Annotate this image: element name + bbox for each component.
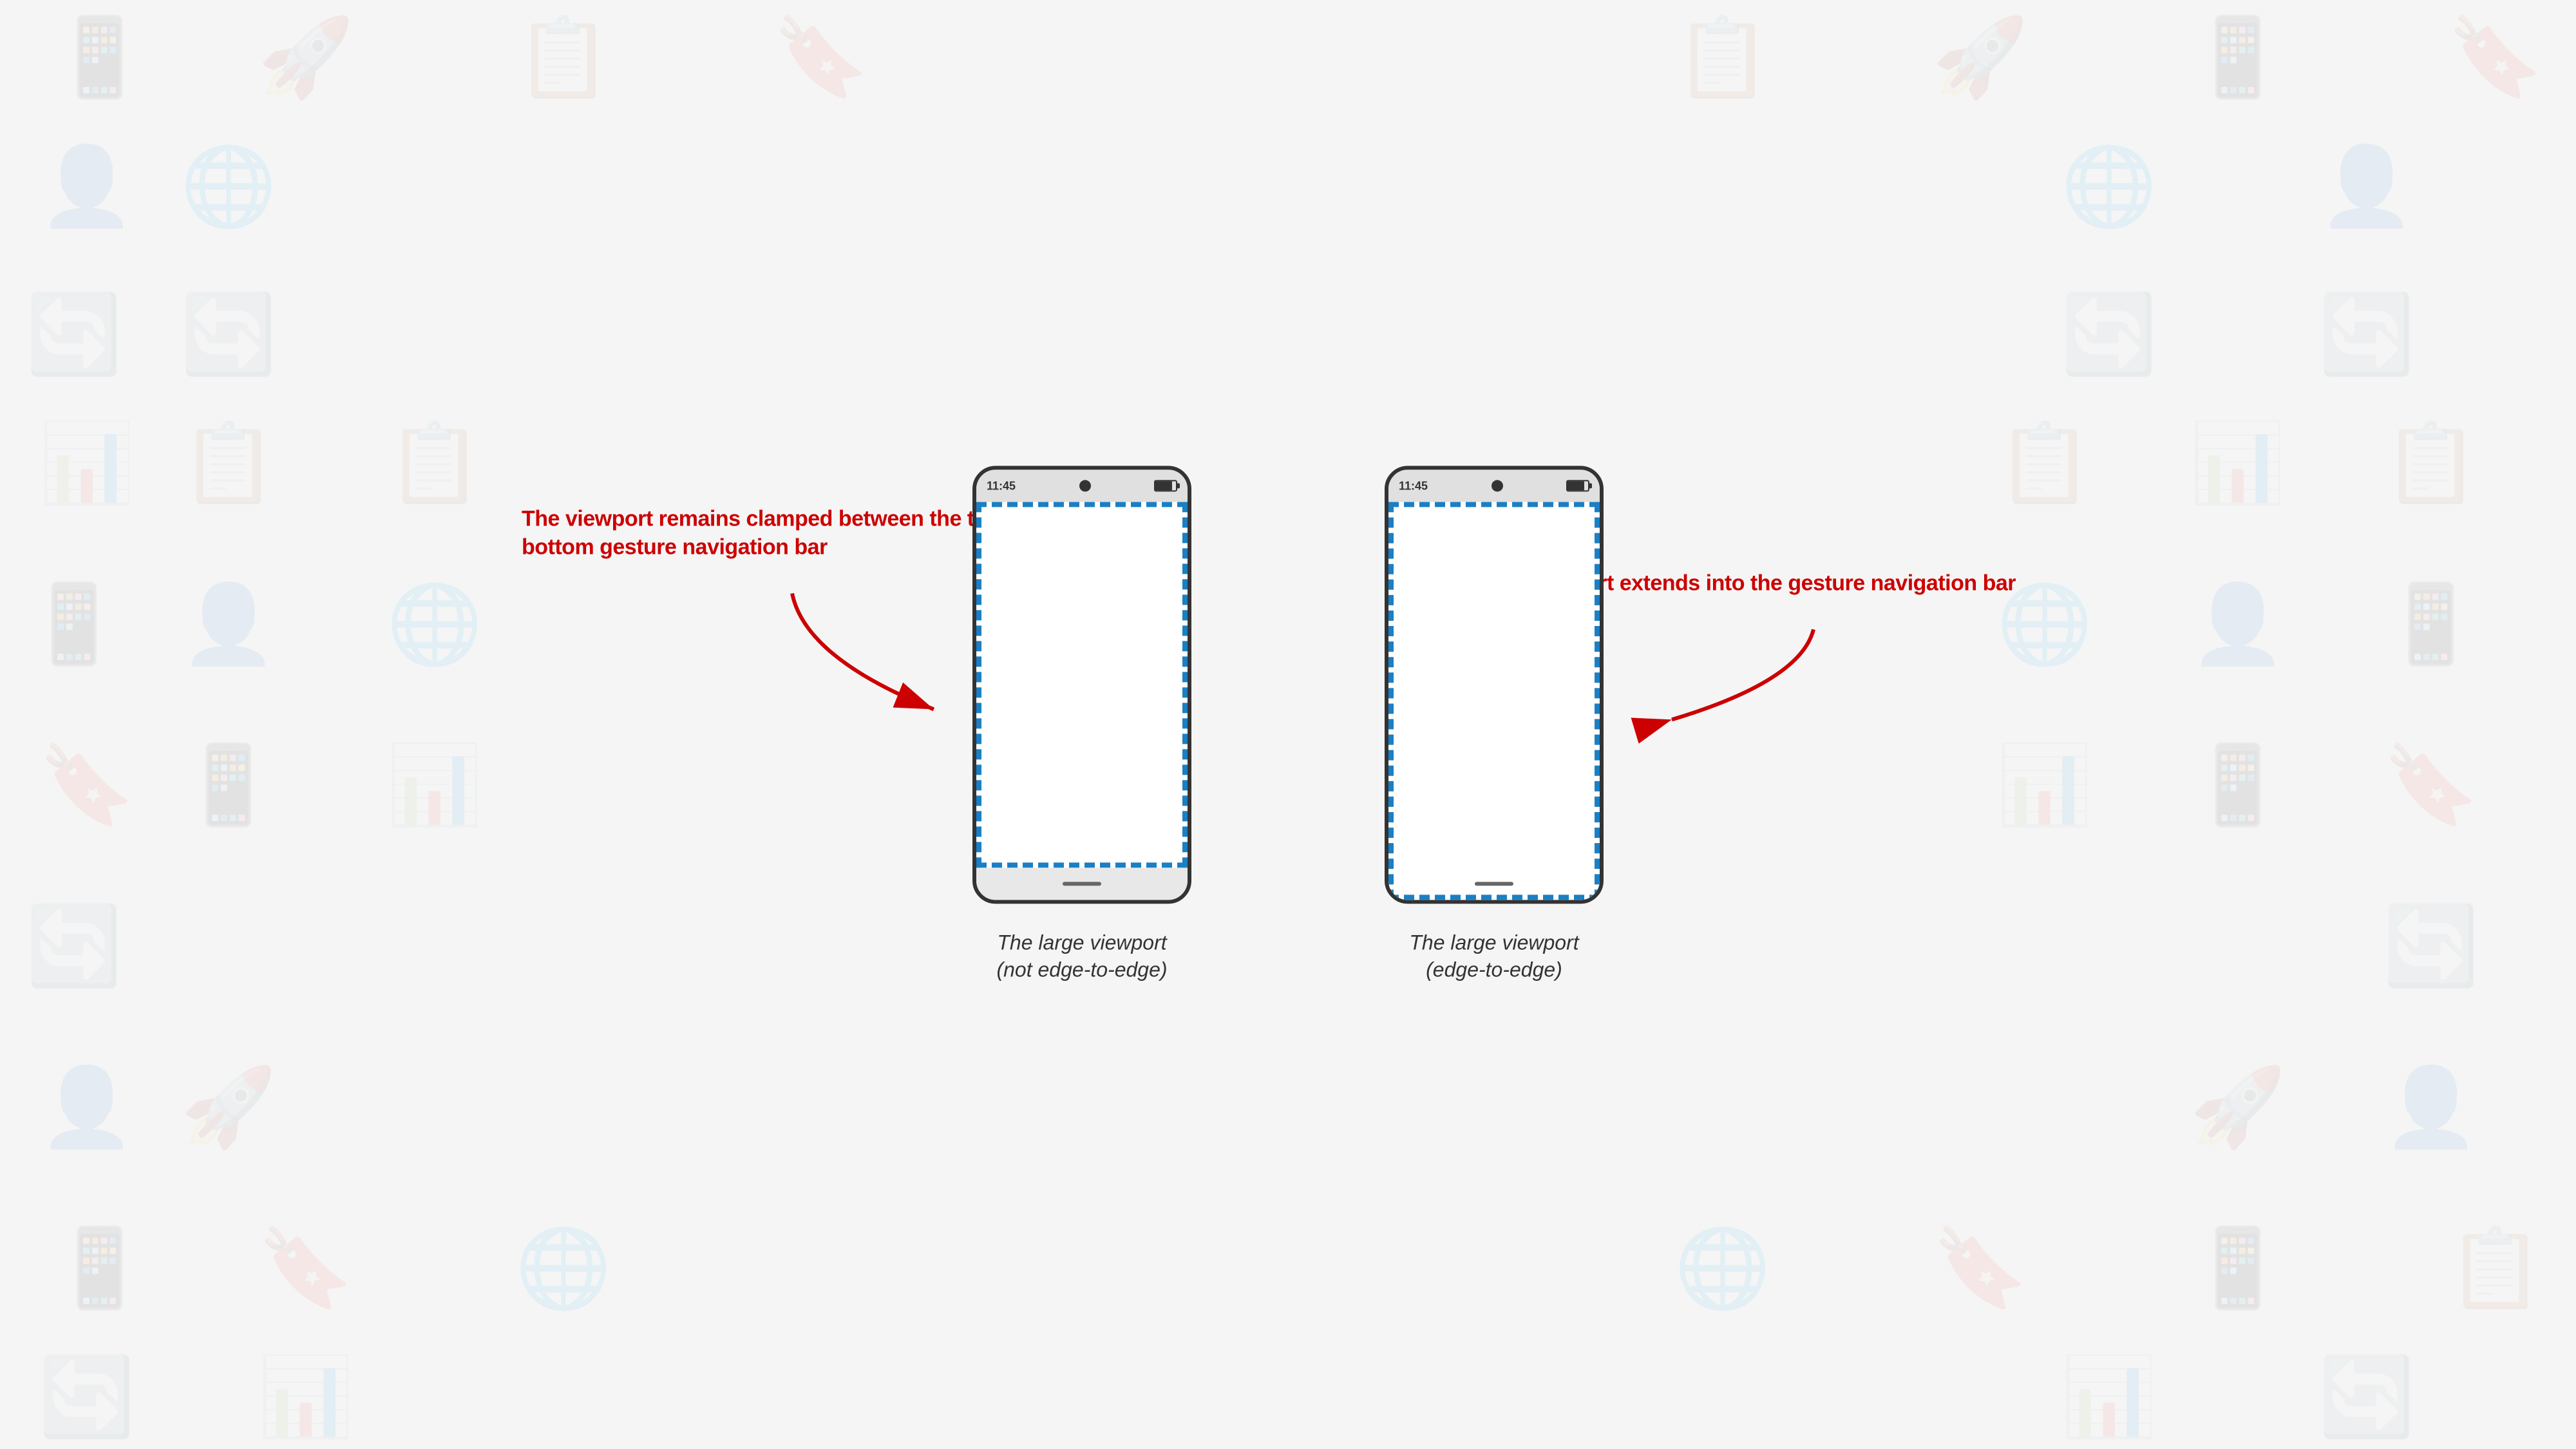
bg-icon-13: 🔄 <box>26 290 122 380</box>
bg-icon-42: 🔖 <box>258 1224 354 1314</box>
bg-icon-51: 🔄 <box>2318 1352 2414 1443</box>
bg-icon-41: 📱 <box>52 1224 147 1314</box>
caption-line1-left: The large viewport <box>996 929 1167 956</box>
bg-icon-38: 🚀 <box>180 1063 276 1153</box>
bg-icon-32: 📊 <box>1996 741 2092 831</box>
phone-section-right: The viewport extends into the gesture na… <box>1385 466 1604 983</box>
nav-indicator-right <box>1475 882 1513 886</box>
bg-icon-10: 🌐 <box>180 142 276 232</box>
bg-icon-43: 🌐 <box>515 1224 611 1314</box>
bg-icon-40: 👤 <box>2383 1063 2479 1153</box>
phone-wrapper-left: The viewport remains clamped between the… <box>972 466 1191 904</box>
bg-icon-30: 📱 <box>180 741 276 831</box>
bottom-nav-bar-right <box>1388 867 1600 900</box>
bg-icon-31: 📊 <box>386 741 482 831</box>
status-bar-left: 11:45 <box>976 469 1188 502</box>
camera-dot-right <box>1492 480 1503 491</box>
bg-icon-37: 👤 <box>39 1063 135 1153</box>
bg-icon-23: 📱 <box>26 580 122 670</box>
bg-icon-17: 📊 <box>39 419 135 509</box>
battery-icon-right <box>1566 480 1589 491</box>
bg-icon-25: 🌐 <box>386 580 482 670</box>
caption-line1-right: The large viewport <box>1409 929 1578 956</box>
bg-icon-39: 🚀 <box>2190 1063 2286 1153</box>
bg-icon-14: 🔄 <box>180 290 276 380</box>
phone-mockup-left: 11:45 <box>972 466 1191 904</box>
bg-icon-44: 🌐 <box>1674 1224 1770 1314</box>
status-time-right: 11:45 <box>1399 479 1428 493</box>
phone-caption-right: The large viewport (edge-to-edge) <box>1409 929 1578 983</box>
bg-icon-50: 📊 <box>2061 1352 2157 1443</box>
bg-icon-7: 📱 <box>2190 13 2286 103</box>
bg-icon-20: 📋 <box>1996 419 2092 509</box>
bg-icon-46: 📱 <box>2190 1224 2286 1314</box>
battery-fill-left <box>1155 481 1172 490</box>
bg-icon-27: 👤 <box>2190 580 2286 670</box>
bg-icon-21: 📊 <box>2190 419 2286 509</box>
bg-icon-48: 🔄 <box>39 1352 135 1443</box>
bg-icon-18: 📋 <box>180 419 276 509</box>
bg-icon-28: 📱 <box>2383 580 2479 670</box>
battery-fill-right <box>1567 481 1584 490</box>
camera-dot-left <box>1079 480 1091 491</box>
phone-caption-left: The large viewport (not edge-to-edge) <box>996 929 1167 983</box>
caption-line2-right: (edge-to-edge) <box>1409 956 1578 983</box>
bg-icon-4: 🔖 <box>773 13 869 103</box>
bg-icon-24: 👤 <box>180 580 276 670</box>
phone-section-left: The viewport remains clamped between the… <box>972 466 1191 983</box>
bg-icon-22: 📋 <box>2383 419 2479 509</box>
bg-icon-16: 🔄 <box>2318 290 2414 380</box>
bg-icon-3: 📋 <box>515 13 611 103</box>
bg-icon-15: 🔄 <box>2061 290 2157 380</box>
bg-icon-11: 🌐 <box>2061 142 2157 232</box>
bg-icon-6: 🚀 <box>1932 13 2028 103</box>
bg-icon-12: 👤 <box>2318 142 2414 232</box>
battery-icon-left <box>1154 480 1177 491</box>
bg-icon-8: 🔖 <box>2447 13 2543 103</box>
bg-icon-34: 🔖 <box>2383 741 2479 831</box>
main-content: The viewport remains clamped between the… <box>972 466 1604 983</box>
bg-icon-5: 📋 <box>1674 13 1770 103</box>
nav-indicator-left <box>1063 882 1101 886</box>
left-arrow-svg <box>753 581 960 723</box>
bg-icon-33: 📱 <box>2190 741 2286 831</box>
bg-icon-9: 👤 <box>39 142 135 232</box>
viewport-edge <box>1388 502 1600 900</box>
bg-icon-1: 📱 <box>52 13 147 103</box>
bottom-nav-bar-left <box>976 867 1188 900</box>
caption-line2-left: (not edge-to-edge) <box>996 956 1167 983</box>
status-bar-right: 11:45 <box>1388 469 1600 502</box>
bg-icon-19: 📋 <box>386 419 482 509</box>
phone-wrapper-right: The viewport extends into the gesture na… <box>1385 466 1604 904</box>
status-time-left: 11:45 <box>987 479 1016 493</box>
right-arrow-svg <box>1659 617 1839 733</box>
viewport-clamped <box>976 502 1188 867</box>
bg-icon-35: 🔄 <box>26 902 122 992</box>
phone-mockup-right: 11:45 <box>1385 466 1604 904</box>
bg-icon-2: 🚀 <box>258 13 354 103</box>
bg-icon-49: 📊 <box>258 1352 354 1443</box>
bg-icon-29: 🔖 <box>39 741 135 831</box>
bg-icon-47: 📋 <box>2447 1224 2543 1314</box>
bg-icon-45: 🔖 <box>1932 1224 2028 1314</box>
bg-icon-36: 🔄 <box>2383 902 2479 992</box>
